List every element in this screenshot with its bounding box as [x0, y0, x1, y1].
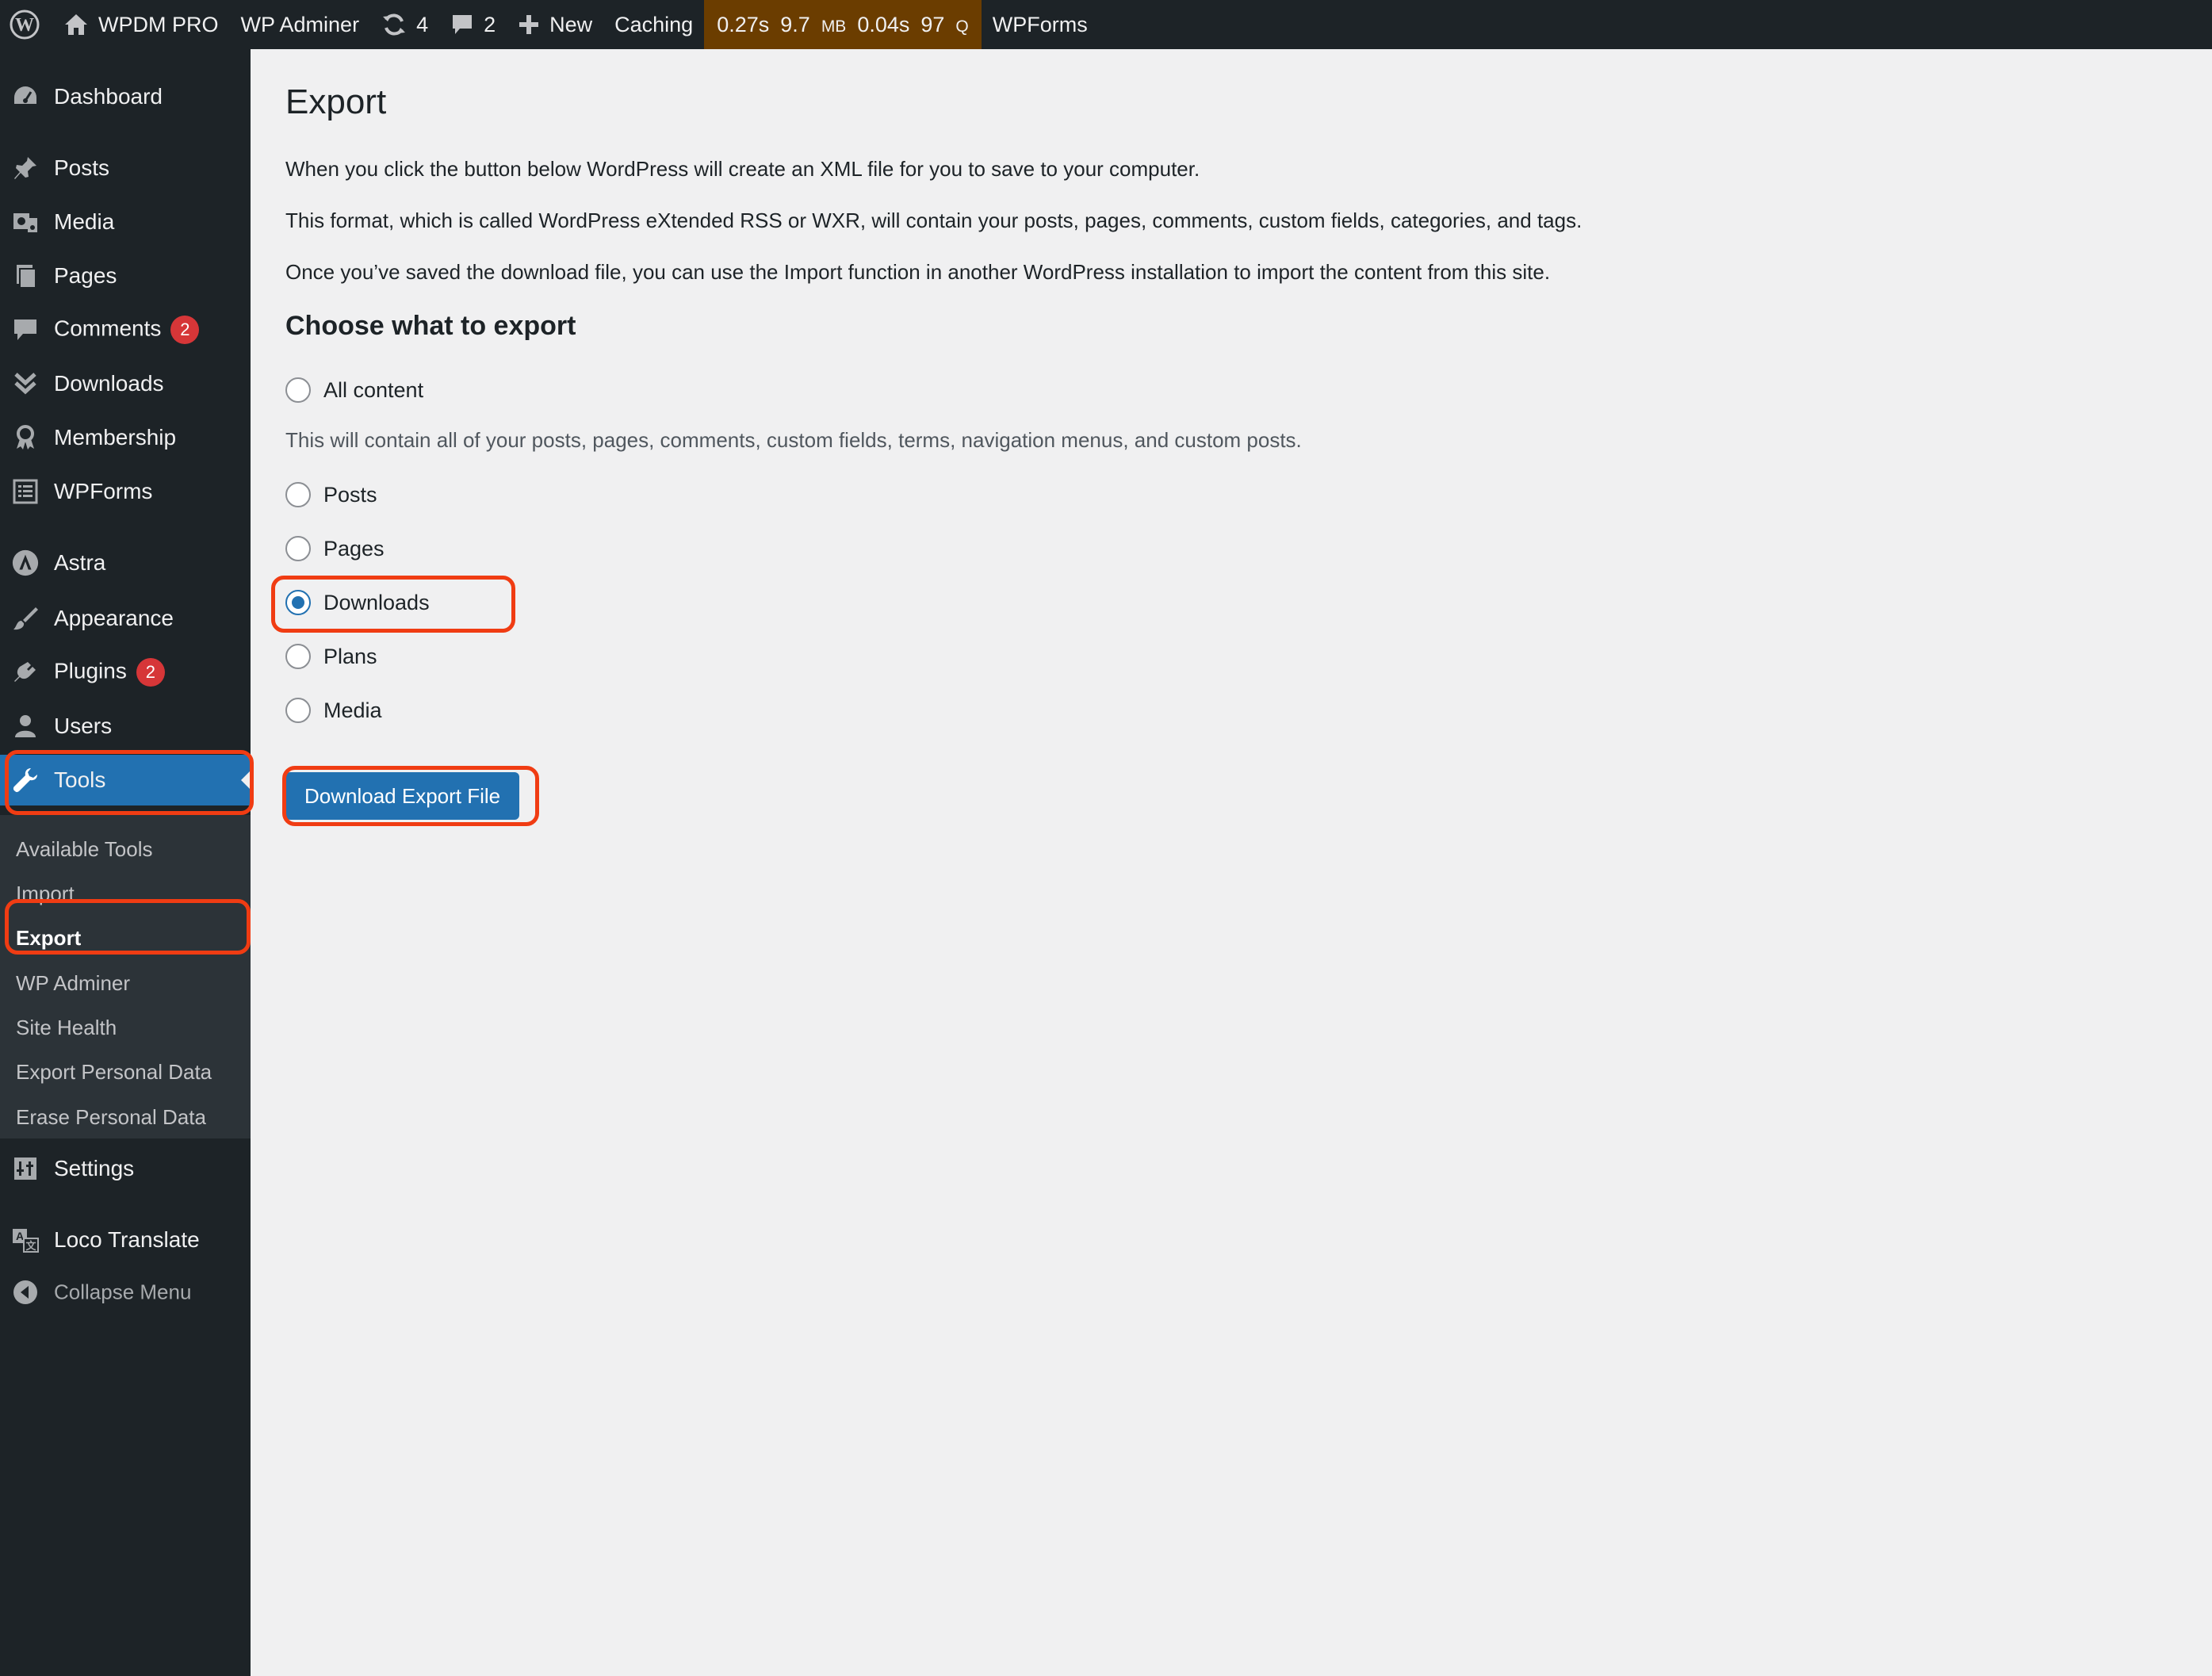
wordpress-logo-menu[interactable]: W [0, 0, 52, 49]
radio-posts[interactable] [285, 482, 311, 507]
wpforms-icon [11, 477, 40, 506]
submenu-available-tools[interactable]: Available Tools [16, 837, 153, 862]
sidebar-item-loco-translate[interactable]: A文 Loco Translate [0, 1215, 251, 1265]
plugins-badge: 2 [136, 658, 165, 687]
collapse-menu-button[interactable]: Collapse Menu [0, 1267, 251, 1318]
caching-menu[interactable]: Caching [603, 0, 704, 49]
option-media[interactable]: Media [285, 698, 382, 723]
new-content-menu[interactable]: New [507, 0, 603, 49]
option-all-content[interactable]: All content [285, 377, 423, 403]
home-icon [63, 13, 89, 36]
wpforms-label: WPForms [992, 12, 1088, 36]
downloads-icon [11, 369, 40, 398]
astra-icon [11, 549, 40, 577]
format-paragraph: This format, which is called WordPress e… [285, 209, 1582, 232]
comments-count: 2 [484, 12, 496, 36]
page-gen-time: 0.27s [717, 12, 770, 36]
download-export-file-button[interactable]: Download Export File [285, 772, 520, 820]
query-monitor-stats[interactable]: 0.27s 9.7 MB 0.04s 97 Q [704, 0, 982, 49]
comment-icon [450, 13, 474, 36]
sidebar-item-label: Comments [54, 316, 162, 341]
sidebar-item-plugins[interactable]: Plugins 2 [0, 647, 251, 698]
media-icon [11, 208, 40, 236]
sidebar-item-appearance[interactable]: Appearance [0, 593, 251, 644]
sidebar-item-downloads[interactable]: Downloads [0, 358, 251, 409]
import-paragraph: Once you’ve saved the download file, you… [285, 260, 1551, 284]
sidebar-item-membership[interactable]: Membership [0, 412, 251, 463]
wp-adminer-link[interactable]: WP Adminer [230, 0, 371, 49]
plus-icon [518, 13, 540, 36]
main-content: Export When you click the button below W… [251, 49, 2212, 1676]
plugin-icon [11, 658, 40, 687]
intro-paragraph: When you click the button below WordPres… [285, 157, 1200, 181]
wpforms-menu[interactable]: WPForms [982, 0, 1099, 49]
svg-text:A: A [16, 1230, 24, 1242]
wp-adminer-label: WP Adminer [240, 12, 360, 36]
admin-bar: W WPDM PRO WP Adminer 4 2 New Caching 0.… [0, 0, 2212, 49]
option-downloads[interactable]: Downloads [285, 590, 430, 615]
settings-icon [11, 1154, 40, 1183]
sidebar-item-media[interactable]: Media [0, 197, 251, 247]
sidebar-item-posts[interactable]: Posts [0, 143, 251, 193]
site-name-menu[interactable]: WPDM PRO [52, 0, 230, 49]
brush-icon [11, 604, 40, 633]
radio-media[interactable] [285, 698, 311, 723]
site-name: WPDM PRO [98, 12, 219, 36]
pin-icon [11, 154, 40, 182]
option-plans[interactable]: Plans [285, 644, 377, 669]
membership-icon [11, 423, 40, 452]
all-content-description: This will contain all of your posts, pag… [285, 428, 1302, 452]
sidebar-item-users[interactable]: Users [0, 701, 251, 752]
sidebar-item-astra[interactable]: Astra [0, 538, 251, 588]
choose-export-heading: Choose what to export [285, 311, 576, 341]
submenu-site-health[interactable]: Site Health [16, 1016, 117, 1040]
radio-all-content[interactable] [285, 377, 311, 403]
new-label: New [549, 12, 593, 36]
submenu-export[interactable]: Export [16, 926, 81, 951]
page-title: Export [285, 82, 387, 121]
dashboard-icon [11, 82, 40, 111]
caching-label: Caching [614, 12, 694, 36]
comments-badge: 2 [170, 316, 200, 344]
updates-count: 4 [416, 12, 429, 36]
tools-submenu: Available Tools Import Export WP Adminer… [0, 815, 251, 1138]
collapse-icon [11, 1278, 40, 1307]
sidebar-item-wpforms[interactable]: WPForms [0, 466, 251, 517]
query-count: 97 Q [920, 12, 969, 36]
option-pages[interactable]: Pages [285, 536, 385, 561]
option-posts[interactable]: Posts [285, 482, 377, 507]
sidebar-item-pages[interactable]: Pages [0, 251, 251, 301]
svg-text:文: 文 [25, 1240, 36, 1252]
admin-sidebar: Dashboard Posts Media Pages Comments 2 Do… [0, 49, 251, 1676]
submenu-erase-personal-data[interactable]: Erase Personal Data [16, 1105, 206, 1130]
submenu-export-personal-data[interactable]: Export Personal Data [16, 1060, 212, 1085]
query-time: 0.04s [857, 12, 910, 36]
sidebar-item-tools[interactable]: Tools [0, 755, 251, 805]
current-menu-arrow [241, 771, 251, 790]
radio-downloads[interactable] [285, 590, 311, 615]
updates-menu[interactable]: 4 [370, 0, 439, 49]
sidebar-item-label: Plugins [54, 658, 127, 683]
sidebar-item-settings[interactable]: Settings [0, 1143, 251, 1194]
sidebar-item-dashboard[interactable]: Dashboard [0, 71, 251, 122]
pages-icon [11, 262, 40, 290]
users-icon [11, 712, 40, 740]
refresh-icon [381, 12, 407, 37]
comment-icon [11, 316, 40, 344]
svg-text:W: W [15, 15, 34, 36]
memory-usage: 9.7 MB [780, 12, 847, 36]
submenu-wp-adminer[interactable]: WP Adminer [16, 971, 130, 996]
sidebar-item-comments[interactable]: Comments 2 [0, 304, 251, 355]
submenu-import[interactable]: Import [16, 882, 75, 906]
translate-icon: A文 [11, 1226, 40, 1254]
wrench-icon [11, 766, 40, 794]
radio-plans[interactable] [285, 644, 311, 669]
comments-menu[interactable]: 2 [439, 0, 507, 49]
radio-pages[interactable] [285, 536, 311, 561]
wordpress-logo-icon: W [10, 10, 40, 40]
